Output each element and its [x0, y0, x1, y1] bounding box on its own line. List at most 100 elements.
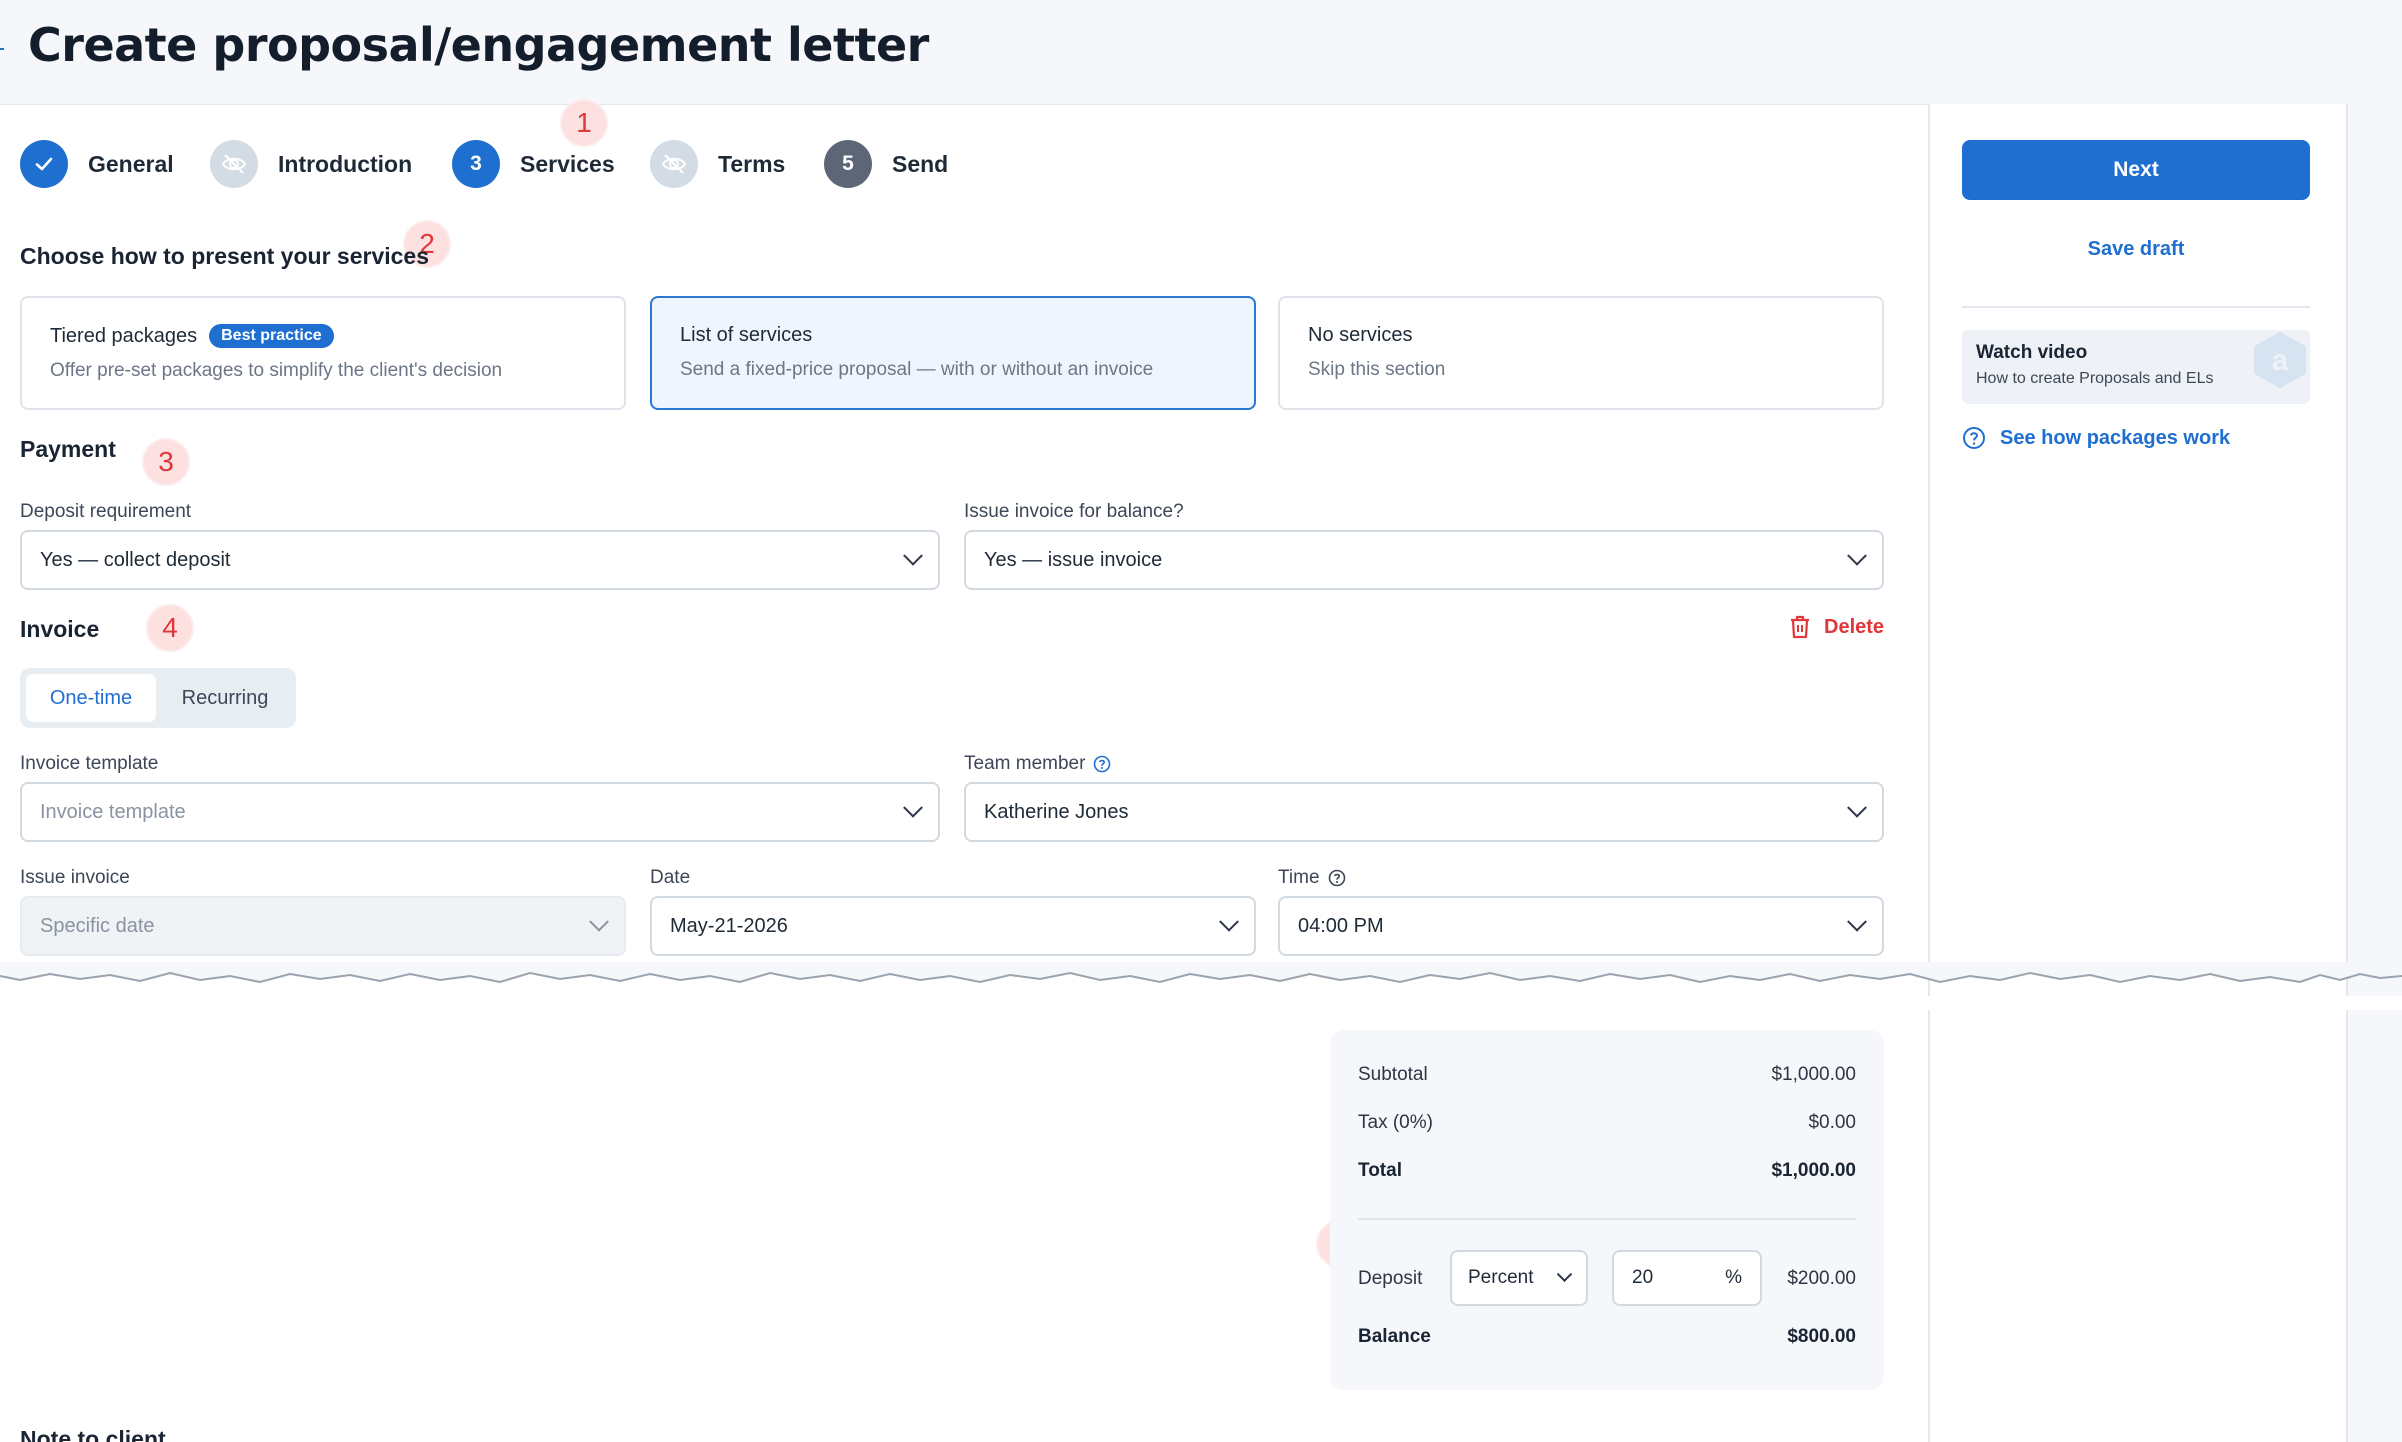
balance-invoice-select[interactable]: Yes — issue invoice	[964, 530, 1884, 590]
time-label: Time	[1278, 867, 1320, 888]
select-placeholder: Invoice template	[40, 800, 186, 823]
annotation-badge: 3	[144, 440, 188, 484]
balance-row: Balance $800.00	[1358, 1326, 1856, 1348]
team-member-label-group: Team member	[964, 753, 1111, 775]
deposit-type-select[interactable]: Percent	[1450, 1250, 1588, 1306]
annotation-badge: 1	[562, 101, 606, 145]
invoice-template-label: Invoice template	[20, 753, 159, 774]
option-no-services[interactable]: No services Skip this section	[1278, 296, 1884, 410]
team-member-select[interactable]: Katherine Jones	[964, 782, 1884, 842]
step-general[interactable]: General	[20, 139, 174, 189]
issue-invoice-select: Specific date	[20, 896, 626, 956]
time-label-group: Time	[1278, 867, 1346, 889]
option-title: List of services	[680, 324, 813, 346]
chevron-down-icon	[1556, 1265, 1573, 1282]
svg-text:a: a	[2272, 344, 2289, 377]
chevron-down-icon	[903, 797, 923, 818]
select-value: May-21-2026	[670, 914, 788, 937]
option-subtitle: Offer pre-set packages to simplify the c…	[50, 360, 503, 381]
page-gutter	[2348, 104, 2402, 1442]
balance-value: $800.00	[1787, 1326, 1856, 1347]
subtotal-value: $1,000.00	[1771, 1064, 1856, 1085]
trash-icon	[1791, 615, 1809, 639]
video-subtitle: How to create Proposals and ELs	[1976, 370, 2214, 387]
deposit-amount-input[interactable]: 20 %	[1612, 1250, 1762, 1306]
see-packages-link[interactable]: See how packages work	[1962, 426, 2230, 450]
services-heading: Choose how to present your services	[20, 243, 430, 269]
annotation-badge: 4	[148, 606, 192, 650]
step-label: General	[88, 150, 174, 177]
select-value: Specific date	[40, 914, 155, 937]
balance-label: Balance	[1358, 1326, 1431, 1347]
eye-off-icon	[650, 140, 698, 188]
step-send[interactable]: 5 Send	[824, 139, 948, 189]
time-select[interactable]: 04:00 PM	[1278, 896, 1884, 956]
team-member-label: Team member	[964, 753, 1086, 774]
date-select[interactable]: May-21-2026	[650, 896, 1256, 956]
select-value: Yes — issue invoice	[984, 548, 1163, 571]
subtotal-row: Subtotal $1,000.00	[1358, 1064, 1856, 1086]
chevron-down-icon	[1847, 911, 1867, 932]
select-value: Yes — collect deposit	[40, 548, 231, 571]
totals-divider	[1358, 1218, 1856, 1220]
chevron-down-icon	[1219, 911, 1239, 932]
option-list-of-services[interactable]: List of services Send a fixed-price prop…	[650, 296, 1256, 410]
total-label: Total	[1358, 1160, 1402, 1181]
option-title: No services	[1308, 324, 1413, 346]
best-practice-badge: Best practice	[209, 324, 334, 348]
delete-button[interactable]: Delete	[1788, 614, 1884, 640]
see-packages-label: See how packages work	[2000, 426, 2231, 449]
brand-logo-icon: a	[2254, 332, 2306, 388]
help-icon[interactable]	[1093, 755, 1111, 773]
invoice-frequency-toggle: One-time Recurring	[20, 668, 296, 728]
video-title: Watch video	[1976, 342, 2088, 363]
help-icon[interactable]	[1328, 869, 1346, 887]
invoice-heading: Invoice	[20, 616, 100, 642]
tax-row: Tax (0%) $0.00	[1358, 1112, 1856, 1134]
deposit-row: Deposit $200.00	[1358, 1268, 1856, 1290]
deposit-requirement-label: Deposit requirement	[20, 501, 192, 522]
sidebar-panel	[1928, 104, 2348, 1442]
invoice-template-select[interactable]: Invoice template	[20, 782, 940, 842]
deposit-amount-value: 20	[1632, 1267, 1654, 1288]
tab-one-time[interactable]: One-time	[26, 674, 156, 722]
step-number: 5	[824, 140, 872, 188]
date-label: Date	[650, 867, 691, 888]
chevron-down-icon	[1847, 797, 1867, 818]
tax-value: $0.00	[1808, 1112, 1856, 1133]
option-subtitle: Send a fixed-price proposal — with or wi…	[680, 359, 1154, 380]
check-icon	[20, 140, 68, 188]
page-title: Create proposal/engagement letter	[28, 18, 929, 72]
step-label: Terms	[718, 150, 786, 177]
help-icon	[1963, 427, 1985, 449]
eye-off-icon	[210, 140, 258, 188]
deposit-requirement-select[interactable]: Yes — collect deposit	[20, 530, 940, 590]
watch-video-card[interactable]: Watch video How to create Proposals and …	[1962, 330, 2310, 404]
step-terms[interactable]: Terms	[650, 139, 785, 189]
step-number: 3	[452, 140, 500, 188]
tab-recurring[interactable]: Recurring	[160, 674, 290, 722]
deposit-label: Deposit	[1358, 1268, 1423, 1289]
balance-invoice-label: Issue invoice for balance?	[964, 501, 1184, 522]
payment-heading: Payment	[20, 436, 116, 462]
select-value: 04:00 PM	[1298, 914, 1384, 937]
note-to-client-heading: Note to client	[20, 1426, 166, 1442]
sidebar-divider	[1962, 306, 2310, 308]
totals-card: Subtotal $1,000.00 Tax (0%) $0.00 Total …	[1330, 1030, 1884, 1390]
total-row: Total $1,000.00	[1358, 1160, 1856, 1182]
next-button[interactable]: Next	[1962, 140, 2310, 200]
chevron-down-icon	[1847, 545, 1867, 566]
step-introduction[interactable]: Introduction	[210, 139, 412, 189]
option-subtitle: Skip this section	[1308, 359, 1446, 380]
chevron-down-icon	[903, 545, 923, 566]
deposit-value: $200.00	[1787, 1268, 1856, 1289]
step-label: Services	[520, 150, 615, 177]
save-draft-button[interactable]: Save draft	[1962, 238, 2310, 261]
select-value: Percent	[1468, 1267, 1534, 1288]
option-title: Tiered packages	[50, 324, 198, 347]
torn-edge-divider	[0, 962, 2402, 1010]
step-services[interactable]: 3 Services	[452, 139, 615, 189]
percent-unit: %	[1725, 1267, 1742, 1288]
tax-label: Tax (0%)	[1358, 1112, 1433, 1133]
option-tiered-packages[interactable]: Tiered packages Best practice Offer pre-…	[20, 296, 626, 410]
